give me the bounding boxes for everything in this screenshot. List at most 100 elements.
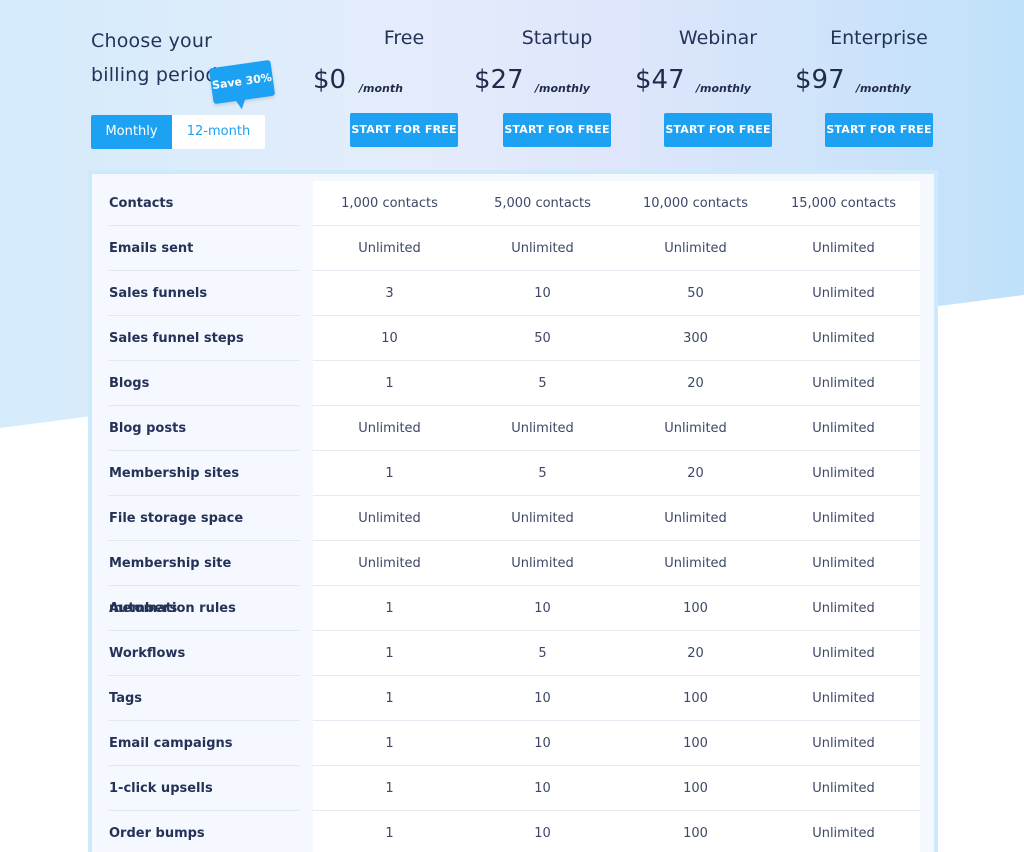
feature-label: Contacts [109, 181, 299, 226]
feature-values: 1 10 100 Unlimited [313, 766, 920, 811]
monthly-option[interactable]: Monthly [91, 115, 172, 149]
feature-label: Tags [109, 676, 299, 721]
feature-value-cell: Unlimited [664, 511, 727, 526]
table-row: Blogs 1 5 20 Unlimited [92, 361, 934, 406]
feature-label: Blogs [109, 361, 299, 406]
feature-value-cell: 100 [683, 601, 708, 616]
feature-value-cell: 20 [687, 376, 704, 391]
table-row: Sales funnels 3 10 50 Unlimited [92, 271, 934, 316]
table-row: Automation rules 1 10 100 Unlimited [92, 586, 934, 631]
feature-label: Automation rules [109, 586, 299, 631]
feature-value-cell: 100 [683, 826, 708, 841]
feature-value-cell: 1 [385, 466, 394, 481]
feature-value-cell: 3 [385, 286, 394, 301]
plan-name: Webinar [678, 27, 758, 49]
feature-values: 1 10 100 Unlimited [313, 721, 920, 766]
feature-value-cell: 1 [385, 826, 394, 841]
feature-label: File storage space [109, 496, 299, 541]
billing-period-title: Choose your billing period [91, 24, 218, 92]
feature-value-cell: Unlimited [358, 421, 421, 436]
plan-name: Enterprise [830, 27, 928, 49]
start-free-button-startup[interactable]: START FOR FREE [503, 113, 611, 147]
feature-value-cell: 1 [385, 601, 394, 616]
table-row: Membership site members Unlimited Unlimite… [92, 541, 934, 616]
save-badge: Save 30% [208, 59, 276, 105]
feature-value-cell: Unlimited [812, 421, 875, 436]
feature-values: Unlimited Unlimited Unlimited Unlimited [313, 406, 920, 451]
feature-value-cell: 10 [534, 736, 551, 751]
feature-label: Blog posts [109, 406, 299, 451]
plan-unit: /monthly [535, 82, 590, 95]
feature-value-cell: 100 [683, 781, 708, 796]
start-free-button-free[interactable]: START FOR FREE [350, 113, 458, 147]
feature-values: Unlimited Unlimited Unlimited Unlimited [313, 226, 920, 271]
plan-enterprise: Enterprise [824, 24, 934, 52]
feature-value-cell: 300 [683, 331, 708, 346]
feature-value-cell: Unlimited [511, 556, 574, 571]
feature-value-cell: 10 [534, 781, 551, 796]
billing-title-line2: billing period [91, 64, 218, 86]
billing-toggle: Monthly 12-month [91, 115, 265, 149]
table-row: Tags 1 10 100 Unlimited [92, 676, 934, 721]
twelve-month-option[interactable]: 12-month [172, 115, 265, 149]
feature-label: Order bumps [109, 811, 299, 852]
feature-value-cell: Unlimited [664, 241, 727, 256]
table-row: Blog posts Unlimited Unlimited Unlimited Unl… [92, 406, 934, 451]
feature-value-cell: Unlimited [812, 781, 875, 796]
start-free-button-enterprise[interactable]: START FOR FREE [825, 113, 933, 147]
table-row: Sales funnel steps 10 50 300 Unlimited [92, 316, 934, 361]
feature-value-cell: 20 [687, 646, 704, 661]
feature-value-cell: 5 [538, 376, 547, 391]
feature-value-cell: 1 [385, 646, 394, 661]
feature-value-cell: 1 [385, 781, 394, 796]
feature-label: Emails sent [109, 226, 299, 271]
feature-values: 1 10 100 Unlimited [313, 586, 920, 631]
feature-value-cell: 10 [534, 601, 551, 616]
table-row: Emails sent Unlimited Unlimited Unlimited Un… [92, 226, 934, 271]
plan-price: $47 [635, 65, 685, 95]
feature-label: Sales funnels [109, 271, 299, 316]
feature-value-cell: Unlimited [812, 601, 875, 616]
start-free-button-webinar[interactable]: START FOR FREE [664, 113, 772, 147]
plan-unit: /month [359, 82, 403, 95]
feature-value-cell: Unlimited [511, 241, 574, 256]
feature-value-cell: Unlimited [358, 556, 421, 571]
feature-value-cell: Unlimited [511, 511, 574, 526]
billing-title-line1: Choose your [91, 30, 213, 52]
feature-value-cell: 100 [683, 691, 708, 706]
plan-startup: Startup [502, 24, 612, 52]
feature-values: 1 5 20 Unlimited [313, 631, 920, 676]
feature-label: Workflows [109, 631, 299, 676]
plan-unit: /monthly [696, 82, 751, 95]
feature-value-cell: Unlimited [812, 736, 875, 751]
feature-values: 3 10 50 Unlimited [313, 271, 920, 316]
table-row: Workflows 1 5 20 Unlimited [92, 631, 934, 676]
plan-price: $27 [474, 65, 524, 95]
feature-value-cell: 1 [385, 691, 394, 706]
feature-value-cell: Unlimited [812, 241, 875, 256]
plan-free: Free [349, 24, 459, 52]
table-row: Contacts 1,000 contacts 5,000 contacts 10,0… [92, 181, 934, 226]
feature-value-cell: 5 [538, 466, 547, 481]
feature-label: 1-click upsells [109, 766, 299, 811]
table-row: Order bumps 1 10 100 Unlimited [92, 811, 934, 852]
feature-value-cell: Unlimited [812, 376, 875, 391]
feature-value-cell: Unlimited [812, 691, 875, 706]
feature-value-cell: 10 [534, 691, 551, 706]
feature-value-cell: 10 [381, 331, 398, 346]
feature-label: Email campaigns [109, 721, 299, 766]
feature-value-cell: 1 [385, 376, 394, 391]
feature-value-cell: Unlimited [812, 286, 875, 301]
table-row: Membership sites 1 5 20 Unlimited [92, 451, 934, 496]
feature-value-cell: 100 [683, 736, 708, 751]
plan-price: $0 [313, 65, 347, 95]
feature-value-cell: Unlimited [812, 646, 875, 661]
feature-value-cell: 10,000 contacts [642, 196, 749, 211]
feature-value-cell: 1,000 contacts [341, 196, 438, 211]
plan-webinar: Webinar [663, 24, 773, 52]
feature-value-cell: Unlimited [358, 241, 421, 256]
plan-name: Startup [521, 27, 593, 49]
feature-value-cell: 5,000 contacts [494, 196, 591, 211]
feature-label: Membership site members [109, 541, 299, 616]
pricing-header: Choose your billing period Save 30% Mont… [0, 0, 1024, 170]
